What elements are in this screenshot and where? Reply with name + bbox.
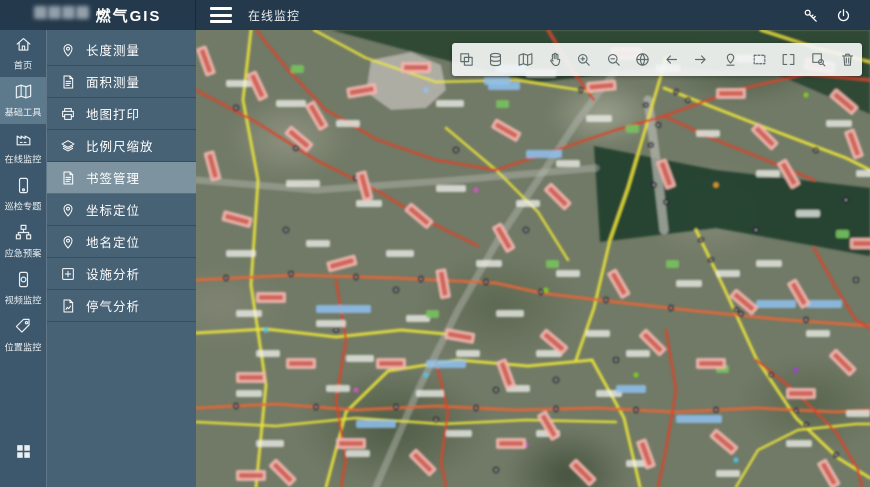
zoom-out-icon[interactable]	[598, 43, 627, 76]
sidebar-item-label: 在线监控	[5, 152, 42, 166]
app-body: 首页基础工具在线监控巡检专题应急预案视频监控位置监控 长度测量面积测量地图打印比…	[0, 30, 870, 487]
app-title: 燃气GIS	[96, 5, 162, 26]
menu-item-label: 书签管理	[86, 168, 140, 187]
sidebar-item-basic-tools[interactable]: 基础工具	[0, 77, 46, 124]
box-plus-icon	[60, 266, 76, 282]
doc-chart-icon	[60, 298, 76, 314]
screen-icon	[14, 270, 33, 289]
menu-item-placename-locate[interactable]: 地名定位	[47, 226, 196, 258]
sidebar-item-emergency-plan[interactable]: 应急预案	[0, 218, 46, 265]
menu-item-label: 长度测量	[86, 40, 140, 59]
map-features-layer	[196, 30, 870, 487]
secondary-sidebar: 长度测量面积测量地图打印比例尺缩放书签管理坐标定位地名定位设施分析停气分析	[46, 30, 196, 487]
apps-grid-button[interactable]	[0, 442, 46, 461]
menu-item-label: 地名定位	[86, 232, 140, 251]
sidebar-item-home[interactable]: 首页	[0, 30, 46, 77]
sidebar-item-label: 巡检专题	[5, 199, 42, 213]
pin-icon	[60, 42, 76, 58]
layers-icon	[60, 138, 76, 154]
menu-item-facility-analysis[interactable]: 设施分析	[47, 258, 196, 290]
menu-item-label: 地图打印	[86, 104, 140, 123]
menu-item-map-print[interactable]: 地图打印	[47, 98, 196, 130]
identify-icon[interactable]	[803, 43, 832, 76]
zoom-in-icon[interactable]	[569, 43, 598, 76]
trash-icon[interactable]	[833, 43, 862, 76]
pan-hand-icon[interactable]	[540, 43, 569, 76]
menu-item-coordinate-locate[interactable]: 坐标定位	[47, 194, 196, 226]
key-icon[interactable]	[802, 7, 819, 24]
sidebar-item-video-monitor[interactable]: 视频监控	[0, 265, 46, 312]
menu-toggle-button[interactable]	[210, 7, 232, 23]
primary-sidebar: 首页基础工具在线监控巡检专题应急预案视频监控位置监控	[0, 30, 46, 487]
doc-icon	[60, 74, 76, 90]
tag-icon	[14, 317, 33, 336]
menu-item-scale-zoom[interactable]: 比例尺缩放	[47, 130, 196, 162]
factory-icon	[14, 129, 33, 148]
menu-item-label: 面积测量	[86, 72, 140, 91]
map-fold-icon[interactable]	[511, 43, 540, 76]
sidebar-item-label: 视频监控	[5, 293, 42, 307]
sidebar-item-label: 应急预案	[5, 246, 42, 260]
sidebar-item-label: 位置监控	[5, 340, 42, 354]
arrow-left-icon[interactable]	[657, 43, 686, 76]
power-icon[interactable]	[835, 7, 852, 24]
menu-item-label: 比例尺缩放	[86, 136, 154, 155]
menu-item-label: 设施分析	[86, 264, 140, 283]
menu-item-area-measure[interactable]: 面积测量	[47, 66, 196, 98]
menu-item-label: 停气分析	[86, 296, 140, 315]
orgchart-icon	[14, 223, 33, 242]
map-area[interactable]	[196, 30, 870, 487]
home-icon	[14, 35, 33, 54]
pin-icon	[60, 234, 76, 250]
menu-item-gas-stop-analysis[interactable]: 停气分析	[47, 290, 196, 322]
sidebar-item-patrol-topic[interactable]: 巡检专题	[0, 171, 46, 218]
doc-icon	[60, 170, 76, 186]
swap-basemap-icon[interactable]	[452, 43, 481, 76]
gas-gis-app: 燃气GIS 在线监控 首页基础工具在线监控巡检专题应急预案视频监控位置监控 长度…	[0, 0, 870, 487]
current-module-label: 在线监控	[248, 7, 300, 24]
full-extent-icon[interactable]	[628, 43, 657, 76]
printer-icon	[60, 106, 76, 122]
menu-item-bookmark-manage[interactable]: 书签管理	[47, 162, 196, 194]
sidebar-item-online-monitor[interactable]: 在线监控	[0, 124, 46, 171]
sidebar-item-location-monitor[interactable]: 位置监控	[0, 312, 46, 359]
tablet-icon	[14, 176, 33, 195]
app-header: 燃气GIS 在线监控	[0, 0, 870, 30]
arrow-right-icon[interactable]	[686, 43, 715, 76]
menu-item-length-measure[interactable]: 长度测量	[47, 34, 196, 66]
map-toolbar	[452, 43, 862, 76]
clip-rect-icon[interactable]	[774, 43, 803, 76]
app-brand: 燃气GIS	[0, 0, 196, 30]
redacted-city-name	[34, 6, 90, 24]
database-icon[interactable]	[481, 43, 510, 76]
marker-icon[interactable]	[716, 43, 745, 76]
pin-icon	[60, 202, 76, 218]
apps-grid-icon	[14, 442, 33, 461]
hamburger-icon	[210, 7, 232, 10]
sidebar-item-label: 基础工具	[5, 105, 42, 119]
sidebar-item-label: 首页	[14, 58, 32, 72]
map-book-icon	[14, 82, 33, 101]
menu-item-label: 坐标定位	[86, 200, 140, 219]
select-rect-icon[interactable]	[745, 43, 774, 76]
header-actions	[802, 7, 870, 24]
